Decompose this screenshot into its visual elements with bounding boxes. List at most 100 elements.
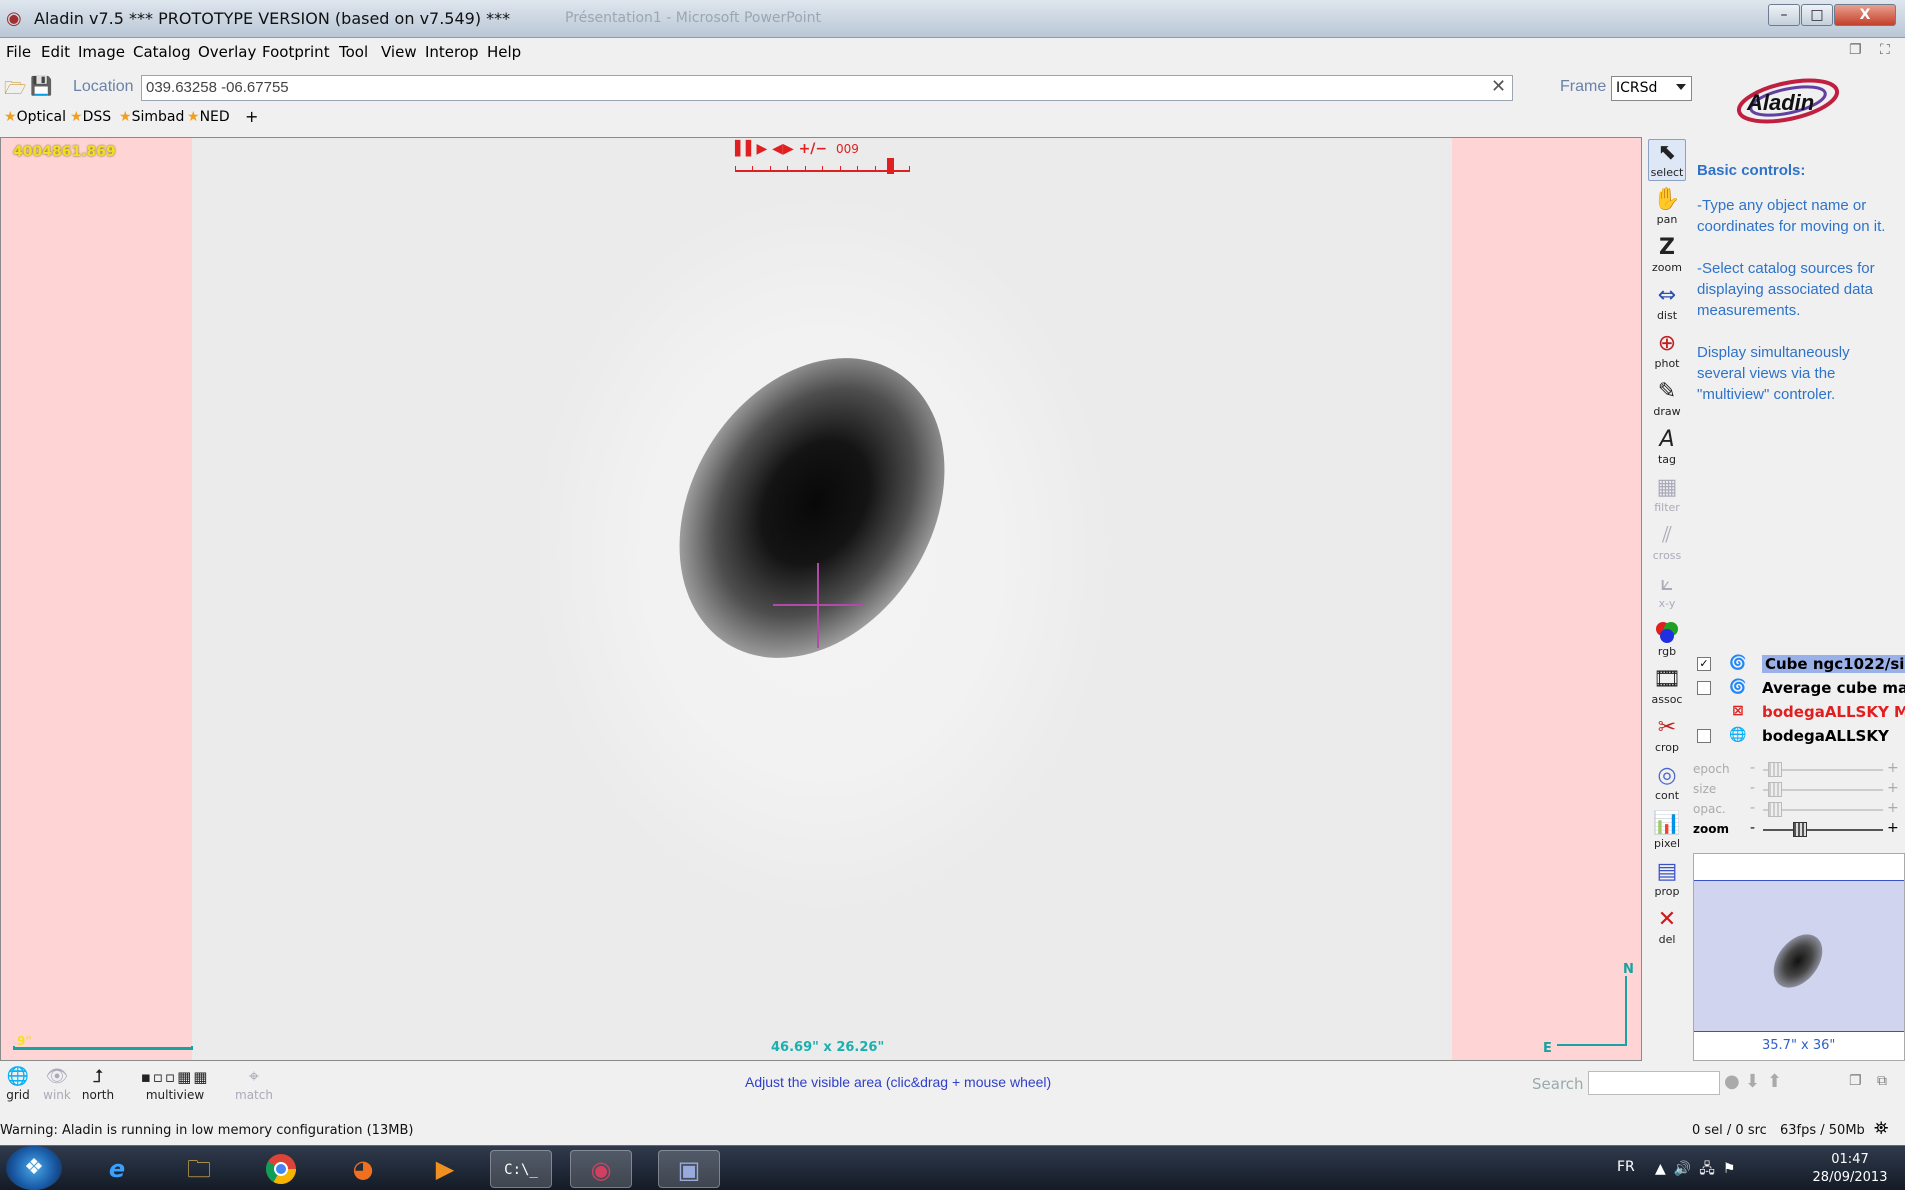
help-paragraph-1: -Type any object name or coordinates for… xyxy=(1697,197,1886,235)
wink-button[interactable]: 👁 wink xyxy=(40,1066,74,1102)
server-dss[interactable]: ★DSS xyxy=(70,109,111,125)
search-next-icon[interactable]: ⬇ xyxy=(1745,1071,1760,1092)
frame-select[interactable]: ICRSd xyxy=(1611,76,1692,101)
save-icon[interactable]: 💾 xyxy=(30,76,52,97)
tool-xy[interactable]: ⟀ x-y xyxy=(1648,571,1686,610)
minimize-button[interactable]: – xyxy=(1768,4,1800,26)
menu-interop[interactable]: Interop xyxy=(425,43,479,61)
cube-frame-slider[interactable] xyxy=(735,158,910,174)
tool-rgb-label: rgb xyxy=(1657,645,1677,658)
tool-dist[interactable]: ⇔ dist xyxy=(1648,283,1686,322)
taskbar-internet-explorer[interactable]: e xyxy=(86,1150,148,1188)
north-label: north xyxy=(81,1088,115,1102)
aladin-taskbar-icon: ◉ xyxy=(590,1156,612,1184)
chrome-icon xyxy=(264,1154,298,1190)
tool-crop[interactable]: ✂ crop xyxy=(1648,715,1686,754)
panel-restore-icon[interactable]: ❐ xyxy=(1849,1073,1862,1089)
title-bar[interactable]: ◉ Aladin v7.5 *** PROTOTYPE VERSION (bas… xyxy=(0,0,1905,38)
server-ned[interactable]: ★NED xyxy=(187,109,230,125)
tool-cont[interactable]: ◎ cont xyxy=(1648,763,1686,802)
search-input[interactable] xyxy=(1588,1071,1720,1095)
cube-player-controls[interactable]: ▌▌▶ ◀▶ +/− 009 xyxy=(735,141,859,157)
search-prev-icon[interactable]: ⬆ xyxy=(1767,1071,1782,1092)
zoom-preview[interactable] xyxy=(1693,853,1905,1061)
tray-clock[interactable]: 01:47 28/09/2013 xyxy=(1805,1151,1895,1187)
epoch-slider-knob[interactable] xyxy=(1768,762,1783,777)
add-server-button[interactable]: + xyxy=(245,107,258,126)
image-view[interactable]: 4004861.869 ▌▌▶ ◀▶ +/− 009 9" 46.69" x 2… xyxy=(0,137,1642,1061)
taskbar-media-player[interactable]: ▶ xyxy=(414,1150,476,1188)
menu-edit[interactable]: Edit xyxy=(41,43,70,61)
tool-pixel[interactable]: 📊 pixel xyxy=(1648,811,1686,850)
menu-footprint[interactable]: Footprint xyxy=(262,43,330,61)
menu-tool[interactable]: Tool xyxy=(339,43,368,61)
size-slider[interactable]: size - + xyxy=(1693,780,1905,798)
multiview-control[interactable]: ▪▫▫▦▦ multiview xyxy=(120,1066,230,1102)
taskbar-firefox[interactable]: ◕ xyxy=(332,1150,394,1188)
taskbar-command-prompt[interactable]: C:\_ xyxy=(490,1150,552,1188)
open-folder-icon[interactable]: 🗁 xyxy=(4,76,26,106)
tool-pan[interactable]: ✋ pan xyxy=(1648,187,1686,226)
opacity-slider[interactable]: opac. - + xyxy=(1693,800,1905,818)
clear-location-icon[interactable]: ✕ xyxy=(1491,76,1506,97)
taskbar-file-explorer[interactable]: 🗀 xyxy=(168,1150,230,1188)
layer-bodegaallsky-moc[interactable]: ⊠ bodegaALLSKY MO xyxy=(1697,701,1905,723)
layer-checkbox[interactable] xyxy=(1697,681,1711,695)
grid-button[interactable]: 🌐 grid xyxy=(4,1066,32,1102)
layer-bodegaallsky[interactable]: 🌐 bodegaALLSKY xyxy=(1697,725,1905,747)
cube-frame-knob[interactable] xyxy=(887,158,894,174)
tray-language[interactable]: FR xyxy=(1617,1159,1635,1175)
tool-cross[interactable]: ⫽ cross xyxy=(1648,523,1686,562)
epoch-slider[interactable]: epoch - + xyxy=(1693,760,1905,778)
start-button[interactable]: ❖ xyxy=(6,1146,62,1190)
opacity-slider-knob[interactable] xyxy=(1768,802,1783,817)
menu-image[interactable]: Image xyxy=(78,43,125,61)
tool-draw[interactable]: ✎ draw xyxy=(1648,379,1686,418)
tool-tag[interactable]: Atag xyxy=(1648,427,1686,466)
resize-grip-icon[interactable]: ⛯ xyxy=(1874,1118,1888,1139)
location-input[interactable]: 039.63258 -06.67755 xyxy=(141,75,1513,101)
server-simbad[interactable]: ★Simbad xyxy=(119,109,184,125)
menu-overlay[interactable]: Overlay xyxy=(198,43,256,61)
taskbar-chrome[interactable] xyxy=(250,1150,312,1188)
folder-icon: 🗀 xyxy=(187,1155,211,1183)
layer-checkbox[interactable] xyxy=(1697,729,1711,743)
cube-image[interactable] xyxy=(192,138,1452,1060)
tool-del[interactable]: ✕ del xyxy=(1648,907,1686,946)
tool-rgb[interactable]: rgb xyxy=(1648,619,1686,658)
fullscreen-icon[interactable]: ⛶ xyxy=(1880,42,1890,58)
cube-play-icon[interactable]: ▌▌▶ ◀▶ +/− xyxy=(735,141,827,157)
tool-select[interactable]: ⬉ select xyxy=(1648,139,1686,181)
tool-assoc[interactable]: 🎞 assoc xyxy=(1648,667,1686,706)
tray-icons[interactable]: ▲🔊🖧⚑ xyxy=(1655,1158,1743,1182)
external-window-icon[interactable]: ⧉ xyxy=(1877,1073,1887,1089)
epoch-slider-label: epoch xyxy=(1693,762,1730,776)
layer-checkbox[interactable]: ✓ xyxy=(1697,657,1711,671)
menu-catalog[interactable]: Catalog xyxy=(133,43,191,61)
match-button[interactable]: ⌖ match xyxy=(234,1066,274,1102)
tool-prop[interactable]: ▤ prop xyxy=(1648,859,1686,898)
tool-zoom[interactable]: Zzoom xyxy=(1648,235,1686,274)
aladin-logo: Aladin xyxy=(1733,74,1843,128)
taskbar-powerpoint[interactable]: ▣ xyxy=(658,1150,720,1188)
zoom-slider[interactable]: zoom - + xyxy=(1693,820,1905,838)
tool-filter[interactable]: ▦ filter xyxy=(1648,475,1686,514)
windows-logo-icon: ❖ xyxy=(24,1155,44,1180)
menu-help[interactable]: Help xyxy=(487,43,521,61)
menu-view[interactable]: View xyxy=(381,43,417,61)
zoom-slider-knob[interactable] xyxy=(1792,822,1807,837)
maximize-button[interactable]: □ xyxy=(1801,4,1833,26)
filter-icon: ▦ xyxy=(1656,475,1678,500)
layer-average-cube-map[interactable]: 🌀 Average cube map xyxy=(1697,677,1905,699)
north-button[interactable]: ⮥ north xyxy=(80,1066,116,1102)
close-button[interactable]: X xyxy=(1834,4,1896,26)
size-slider-knob[interactable] xyxy=(1768,782,1783,797)
menu-file[interactable]: File xyxy=(6,43,31,61)
tool-phot[interactable]: ⊕ phot xyxy=(1648,331,1686,370)
search-go-icon[interactable]: ● xyxy=(1724,1071,1740,1092)
taskbar-aladin[interactable]: ◉ xyxy=(570,1150,632,1188)
layer-cube-ngc1022[interactable]: ✓ 🌀 Cube ngc1022/simp xyxy=(1697,653,1905,675)
server-optical[interactable]: ★Optical xyxy=(4,109,66,125)
restore-panel-icon[interactable]: ❐ xyxy=(1849,42,1862,58)
tool-filter-label: filter xyxy=(1654,501,1680,514)
